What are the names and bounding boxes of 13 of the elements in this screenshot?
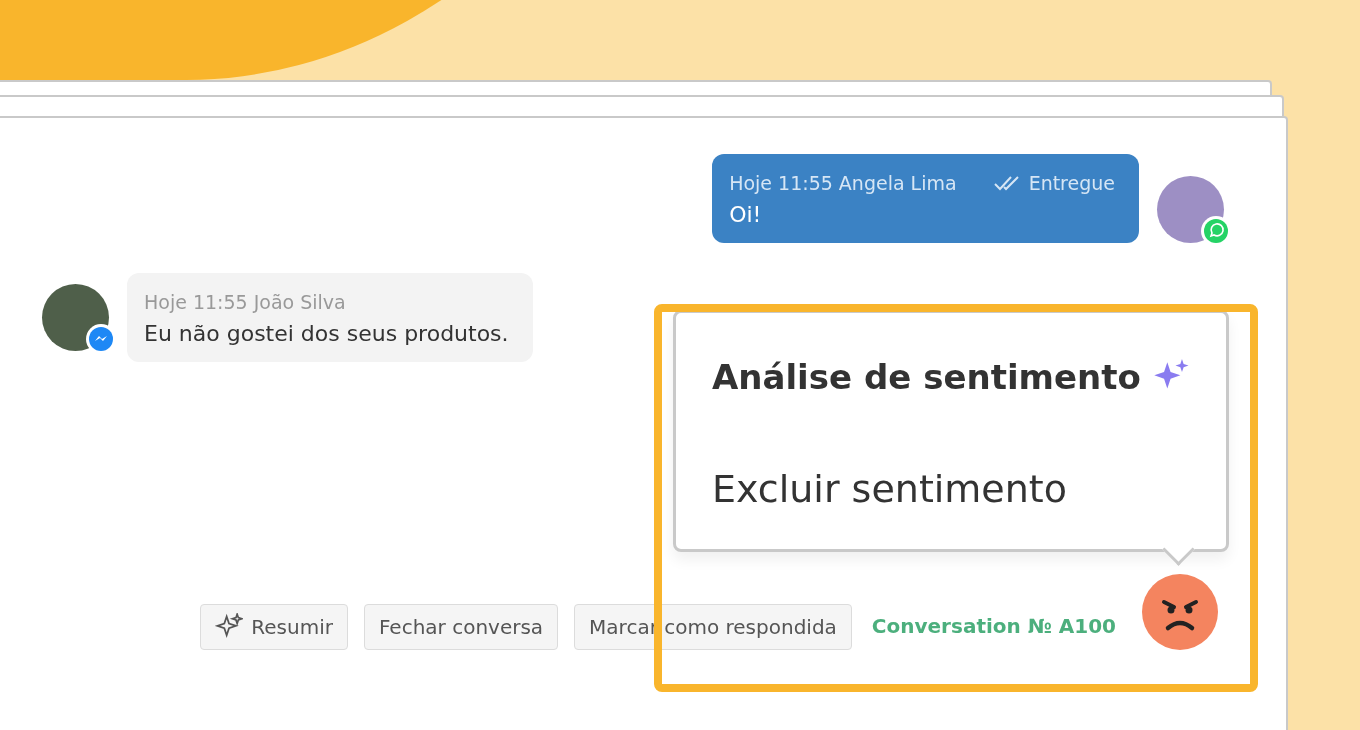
message-text: Oi! bbox=[729, 202, 763, 227]
message-meta: Hoje 11:55 João Silva bbox=[144, 291, 346, 313]
status-text: Entregue bbox=[1028, 172, 1115, 194]
message-text: Eu não gostei dos seus produtos. bbox=[144, 321, 509, 346]
double-check-icon bbox=[992, 175, 1021, 191]
angry-face-icon bbox=[1142, 574, 1218, 650]
menu-item[interactable]: Excluir sentimento bbox=[712, 467, 1190, 511]
action-button[interactable]: Marcar como respondida bbox=[574, 604, 852, 650]
conversation-number: Conversation № A100 bbox=[871, 614, 1116, 638]
action-button[interactable]: Fechar conversa bbox=[363, 604, 559, 650]
action-button[interactable]: Resumir bbox=[200, 604, 348, 650]
menu-title: Análise de sentimento bbox=[712, 357, 1141, 397]
message-meta: Hoje 11:55 Angela Lima bbox=[729, 172, 957, 194]
